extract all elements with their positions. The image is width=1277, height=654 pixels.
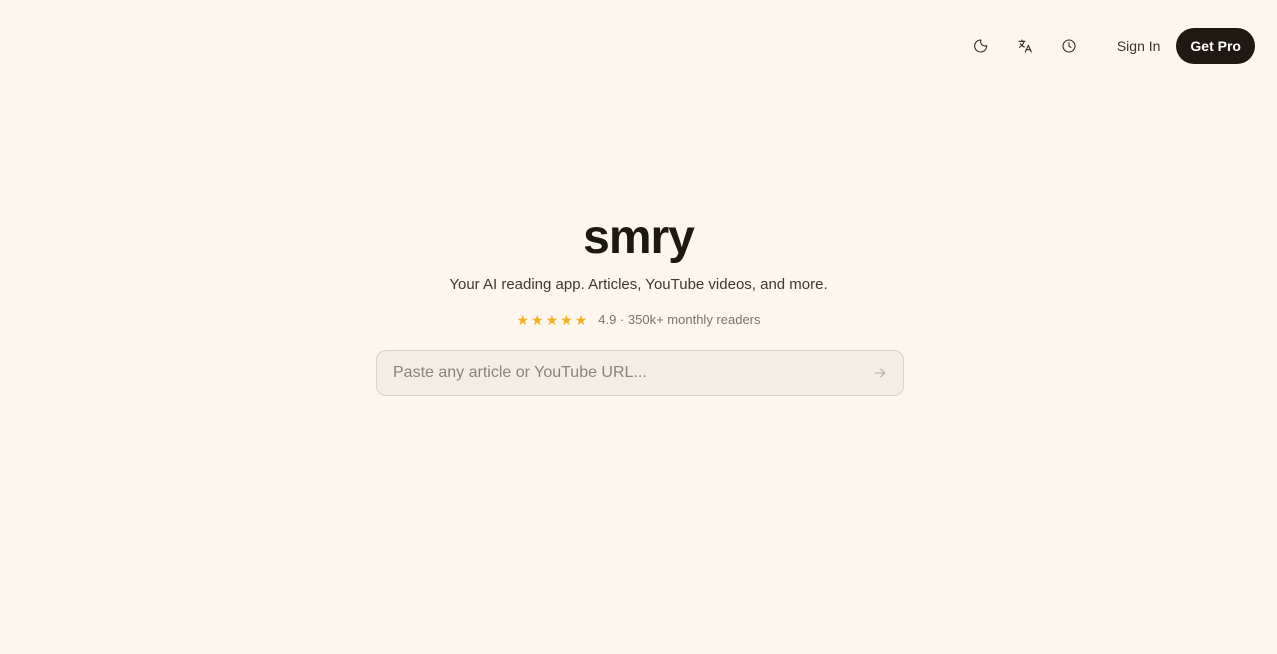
rating-stars: ★ ★ ★ ★ ★ <box>516 313 589 327</box>
star-icon: ★ <box>516 312 530 328</box>
star-icon: ★ <box>545 312 559 328</box>
clock-icon <box>1062 39 1076 53</box>
app-logo: smry <box>583 211 695 264</box>
star-icon: ★ <box>574 312 588 328</box>
moon-icon <box>973 39 988 53</box>
tagline: Your AI reading app. Articles, YouTube v… <box>449 276 828 293</box>
language-button[interactable] <box>1007 28 1043 64</box>
url-search-box <box>376 350 904 396</box>
top-bar: Sign In Get Pro <box>955 28 1255 64</box>
submit-button[interactable] <box>865 358 895 388</box>
rating-text: 4.9 · 350k+ monthly readers <box>598 312 761 327</box>
sign-in-button[interactable]: Sign In <box>1109 38 1169 54</box>
rating: ★ ★ ★ ★ ★ 4.9 · 350k+ monthly readers <box>0 312 1277 328</box>
url-input[interactable] <box>377 351 865 395</box>
history-button[interactable] <box>1051 28 1087 64</box>
hero-section: smry Your AI reading app. Articles, YouT… <box>0 210 1277 328</box>
arrow-right-icon <box>874 368 886 378</box>
translate-icon <box>1018 39 1032 53</box>
get-pro-button[interactable]: Get Pro <box>1176 28 1255 64</box>
star-icon: ★ <box>560 312 573 328</box>
theme-toggle-button[interactable] <box>963 28 999 64</box>
star-icon: ★ <box>531 312 544 328</box>
